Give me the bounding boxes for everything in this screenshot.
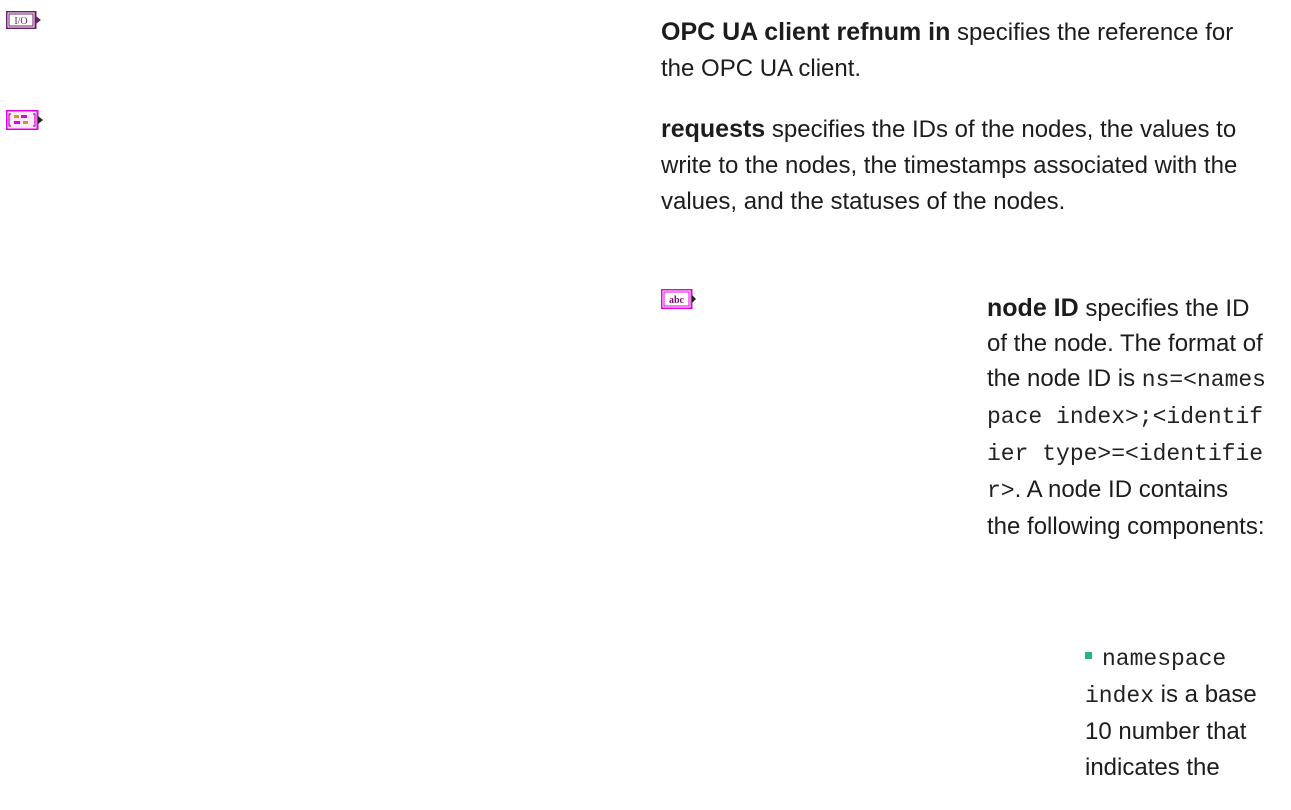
param-name: requests xyxy=(661,115,766,143)
param-requests-description: requests specifies the IDs of the nodes,… xyxy=(661,111,1261,220)
cluster-array-icon xyxy=(6,110,43,130)
param-refnum-description: OPC UA client refnum in specifies the re… xyxy=(661,14,1261,87)
sub-param-node-id-description: node ID specifies the ID of the node. Th… xyxy=(987,291,1267,544)
component-list-item: namespace index is a base 10 number that… xyxy=(1085,640,1270,786)
string-abc-icon: abc xyxy=(661,289,696,309)
svg-text:abc: abc xyxy=(669,295,685,306)
param-name: OPC UA client refnum in xyxy=(661,18,951,46)
bullet-square-icon xyxy=(1085,652,1092,660)
io-refnum-icon: I/O xyxy=(6,11,41,29)
sub-param-name: node ID xyxy=(987,294,1079,322)
sub-param-text-2: . A node ID contains the following compo… xyxy=(987,476,1265,540)
svg-text:I/O: I/O xyxy=(14,16,27,27)
